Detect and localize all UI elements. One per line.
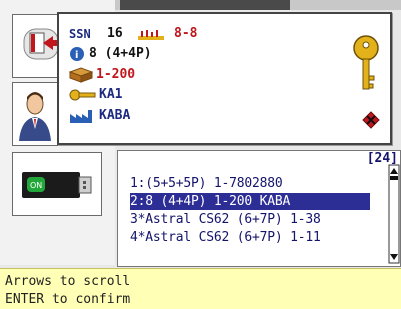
info-icon: i [70, 47, 84, 61]
pins-icon [138, 30, 164, 40]
book-text: 1-200 [96, 67, 136, 82]
scrollbar-track [388, 164, 400, 264]
list-item-selected[interactable]: 2:8 (4+4P) 1-200 KABA [130, 193, 370, 210]
user-avatar-icon [19, 92, 51, 141]
info-text: 8 (4+4P) [89, 46, 152, 61]
key-small-icon [69, 89, 96, 101]
type-label: SSN [69, 27, 91, 41]
count-value: 16 [107, 26, 123, 41]
list-scrollbar[interactable] [388, 164, 400, 264]
factory-icon [70, 110, 92, 123]
status-line-scroll: Arrows to scroll [5, 274, 131, 289]
usb-tile[interactable]: ON [12, 152, 102, 216]
info-popup: SSN 16 8-8 i 8 (4+4P) 1-200 KA1 KABA [57, 12, 392, 145]
book-icon [69, 67, 93, 83]
scroll-thumb [390, 176, 398, 180]
svg-text:ON: ON [30, 181, 42, 190]
list-item[interactable]: 3*Astral CS62 (6+7P) 1-38 [130, 211, 370, 228]
svg-text:i: i [75, 50, 78, 61]
list-item[interactable]: 4*Astral CS62 (6+7P) 1-11 [130, 229, 370, 246]
lock-listbox[interactable]: [24] 1:(5+5+5P) 1-7802880 2:8 (4+4P) 1-2… [117, 150, 401, 267]
key-large-icon [353, 35, 379, 90]
status-line-confirm: ENTER to confirm [5, 292, 131, 307]
usb-drive-icon: ON [22, 172, 92, 198]
list-item[interactable]: 1:(5+5+5P) 1-7802880 [130, 175, 370, 192]
status-bar: Arrows to scroll ENTER to confirm [0, 268, 401, 309]
top-bar-line [120, 0, 290, 10]
key-text: KA1 [99, 87, 123, 102]
range-top: 8-8 [174, 26, 198, 41]
maker-text: KABA [99, 108, 131, 123]
delete-icon[interactable] [362, 111, 380, 129]
